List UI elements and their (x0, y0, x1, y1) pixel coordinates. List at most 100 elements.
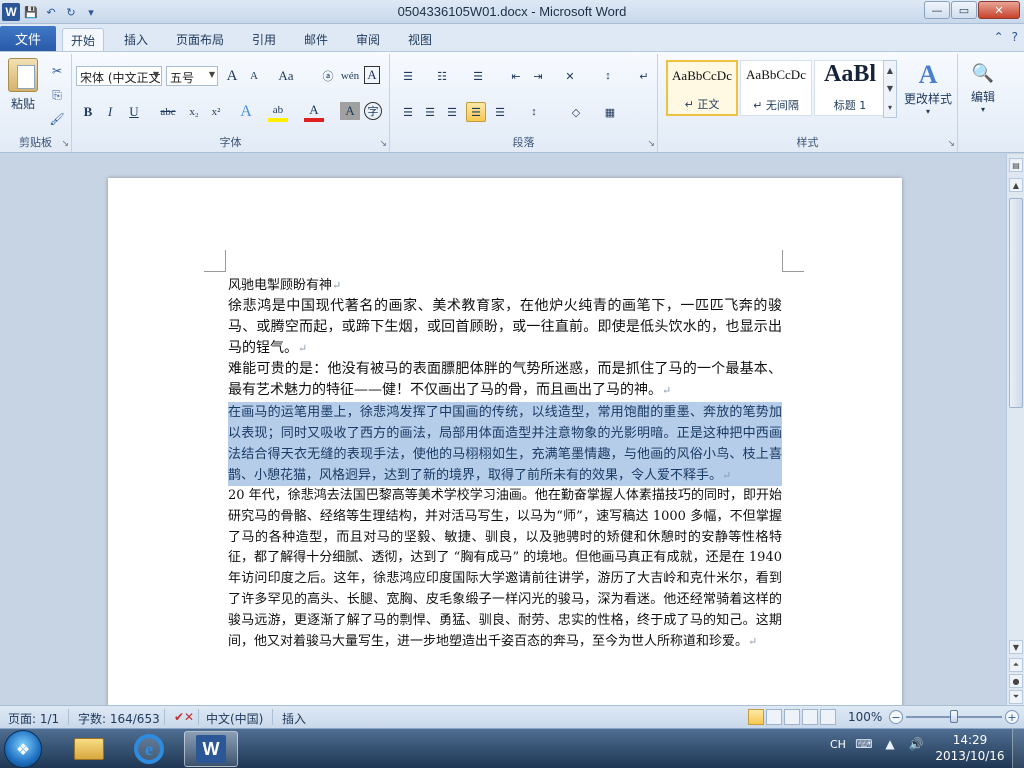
font-launcher-icon[interactable]: ↘ (379, 139, 387, 149)
format-painter-icon[interactable]: 🖌 (48, 110, 66, 128)
tab-file[interactable]: 文件 (0, 26, 56, 51)
editing-button[interactable]: 🔍 编辑 ▾ (964, 60, 1002, 114)
keyboard-icon[interactable]: ⌨ (855, 737, 872, 751)
maximize-button[interactable]: ▭ (951, 1, 977, 19)
web-layout-view-icon[interactable] (784, 709, 800, 725)
grow-font-icon[interactable]: A (222, 66, 242, 86)
word-count[interactable]: 字数: 164/653 (78, 710, 160, 727)
language-indicator[interactable]: 中文(中国) (206, 710, 263, 727)
bullets-icon[interactable]: ☰ (398, 66, 418, 86)
subscript-icon[interactable]: x₂ (184, 102, 204, 122)
zoom-in-icon[interactable]: + (1005, 710, 1019, 724)
input-language-indicator[interactable]: CH (830, 738, 846, 751)
scroll-down-icon[interactable]: ▼ (1009, 640, 1023, 654)
line-spacing-icon[interactable]: ↕ (524, 102, 544, 122)
character-shading-icon[interactable]: A (340, 102, 360, 120)
copy-icon[interactable]: ⎘ (48, 86, 66, 104)
font-size-combo[interactable]: 五号 ▼ (166, 66, 218, 86)
tab-mailings[interactable]: 邮件 (296, 28, 336, 51)
clear-formatting-icon[interactable]: ⓐ (318, 66, 338, 86)
shrink-font-icon[interactable]: A (244, 66, 264, 86)
paste-button[interactable]: 粘贴 (8, 58, 38, 112)
align-left-icon[interactable]: ☰ (398, 102, 418, 122)
insert-mode-indicator[interactable]: 插入 (282, 710, 306, 727)
enclose-characters-icon[interactable]: 字 (364, 102, 382, 120)
document-heading: 风驰电掣顾盼有神↵ (228, 278, 342, 293)
scroll-up-icon[interactable]: ▲ (1009, 178, 1023, 192)
borders-icon[interactable]: ▦ (600, 102, 620, 122)
show-desktop-button[interactable] (1012, 729, 1024, 768)
tab-insert[interactable]: 插入 (116, 28, 156, 51)
full-screen-reading-view-icon[interactable] (766, 709, 782, 725)
document-page[interactable]: 风驰电掣顾盼有神↵ 徐悲鸿是中国现代著名的画家、美术教育家，在他炉火纯青的画笔下… (108, 178, 902, 705)
tab-page-layout[interactable]: 页面布局 (168, 28, 232, 51)
zoom-out-icon[interactable]: − (889, 710, 903, 724)
text-effects-icon[interactable]: A (236, 102, 256, 122)
minimize-ribbon-icon[interactable]: ⌃ (994, 30, 1004, 44)
align-center-icon[interactable]: ☰ (420, 102, 440, 122)
phonetic-guide-icon[interactable]: wén (340, 66, 360, 86)
decrease-indent-icon[interactable]: ⇤ (506, 66, 526, 86)
strikethrough-icon[interactable]: abc (158, 102, 178, 122)
volume-icon[interactable]: 🔊 (908, 737, 924, 751)
taskbar-internet-explorer[interactable]: e (122, 731, 176, 767)
outline-view-icon[interactable] (802, 709, 818, 725)
asian-layout-icon[interactable]: ✕ (560, 66, 580, 86)
style-no-spacing[interactable]: AaBbCcDc ↵ 无间隔 (740, 60, 812, 116)
tab-references[interactable]: 引用 (244, 28, 284, 51)
title-bar: W 💾 ↶ ↻ ▾ 0504336105W01.docx - Microsoft… (0, 0, 1024, 24)
change-styles-button[interactable]: A 更改样式 ▾ (902, 60, 954, 116)
style-heading-1[interactable]: AaBl 标题 1 (814, 60, 886, 116)
tray-expand-icon[interactable]: ▲ (882, 737, 898, 751)
styles-launcher-icon[interactable]: ↘ (947, 139, 955, 149)
scroll-thumb[interactable] (1009, 198, 1023, 408)
font-name-combo[interactable]: 宋体 (中文正文) ▼ (76, 66, 162, 86)
zoom-level[interactable]: 100% (848, 710, 882, 724)
italic-icon[interactable]: I (100, 102, 120, 122)
start-button[interactable]: ❖ (4, 730, 42, 768)
tab-home[interactable]: 开始 (62, 28, 105, 51)
browse-object-icon[interactable]: ● (1009, 674, 1023, 688)
numbering-icon[interactable]: ☷ (432, 66, 452, 86)
minimize-button[interactable]: — (924, 1, 950, 19)
styles-gallery-scroll[interactable]: ▲ ▼ ▾ (883, 60, 897, 118)
system-clock[interactable]: 14:29 2013/10/16 (930, 732, 1010, 764)
distributed-icon[interactable]: ☰ (490, 102, 510, 122)
show-formatting-marks-icon[interactable]: ↵ (634, 66, 654, 86)
style-normal[interactable]: AaBbCcDc ↵ 正文 (666, 60, 738, 116)
proofing-icon[interactable]: ✔✕ (174, 710, 194, 724)
tab-review[interactable]: 审阅 (348, 28, 388, 51)
shading-icon[interactable]: ◇ (566, 102, 586, 122)
zoom-slider-knob[interactable] (950, 710, 958, 723)
superscript-icon[interactable]: x² (206, 102, 226, 122)
style-normal-sample: AaBbCcDc (672, 68, 732, 83)
draft-view-icon[interactable] (820, 709, 836, 725)
character-border-icon[interactable]: A (364, 66, 380, 84)
previous-page-icon[interactable]: ⏶ (1009, 658, 1023, 672)
page-count[interactable]: 页面: 1/1 (8, 710, 59, 727)
close-button[interactable]: ✕ (978, 1, 1020, 19)
next-page-icon[interactable]: ⏷ (1009, 690, 1023, 704)
taskbar-word[interactable]: W (184, 731, 238, 767)
highlight-icon[interactable]: ab (268, 102, 288, 122)
clipboard-launcher-icon[interactable]: ↘ (61, 139, 69, 149)
font-name-value: 宋体 (中文正文) (80, 71, 162, 85)
cut-icon[interactable]: ✂ (48, 62, 66, 80)
document-body[interactable]: 风驰电掣顾盼有神↵ 徐悲鸿是中国现代著名的画家、美术教育家，在他炉火纯青的画笔下… (228, 276, 782, 652)
align-right-icon[interactable]: ☰ (442, 102, 462, 122)
taskbar-explorer[interactable] (62, 731, 116, 767)
vertical-scrollbar[interactable]: ▤ ▲ ▼ ⏶ ● ⏷ (1006, 154, 1024, 705)
font-color-icon[interactable]: A (304, 102, 324, 122)
underline-icon[interactable]: U (124, 102, 144, 122)
print-layout-view-icon[interactable] (748, 709, 764, 725)
help-icon[interactable]: ? (1012, 30, 1018, 44)
change-case-icon[interactable]: Aa (276, 66, 296, 86)
multilevel-list-icon[interactable]: ☰ (468, 66, 488, 86)
paragraph-launcher-icon[interactable]: ↘ (647, 139, 655, 149)
sort-icon[interactable]: ↕ (598, 66, 618, 86)
justify-icon[interactable]: ☰ (466, 102, 486, 122)
ruler-toggle-icon[interactable]: ▤ (1009, 158, 1023, 172)
tab-view[interactable]: 视图 (400, 28, 440, 51)
bold-icon[interactable]: B (78, 102, 98, 122)
increase-indent-icon[interactable]: ⇥ (528, 66, 548, 86)
